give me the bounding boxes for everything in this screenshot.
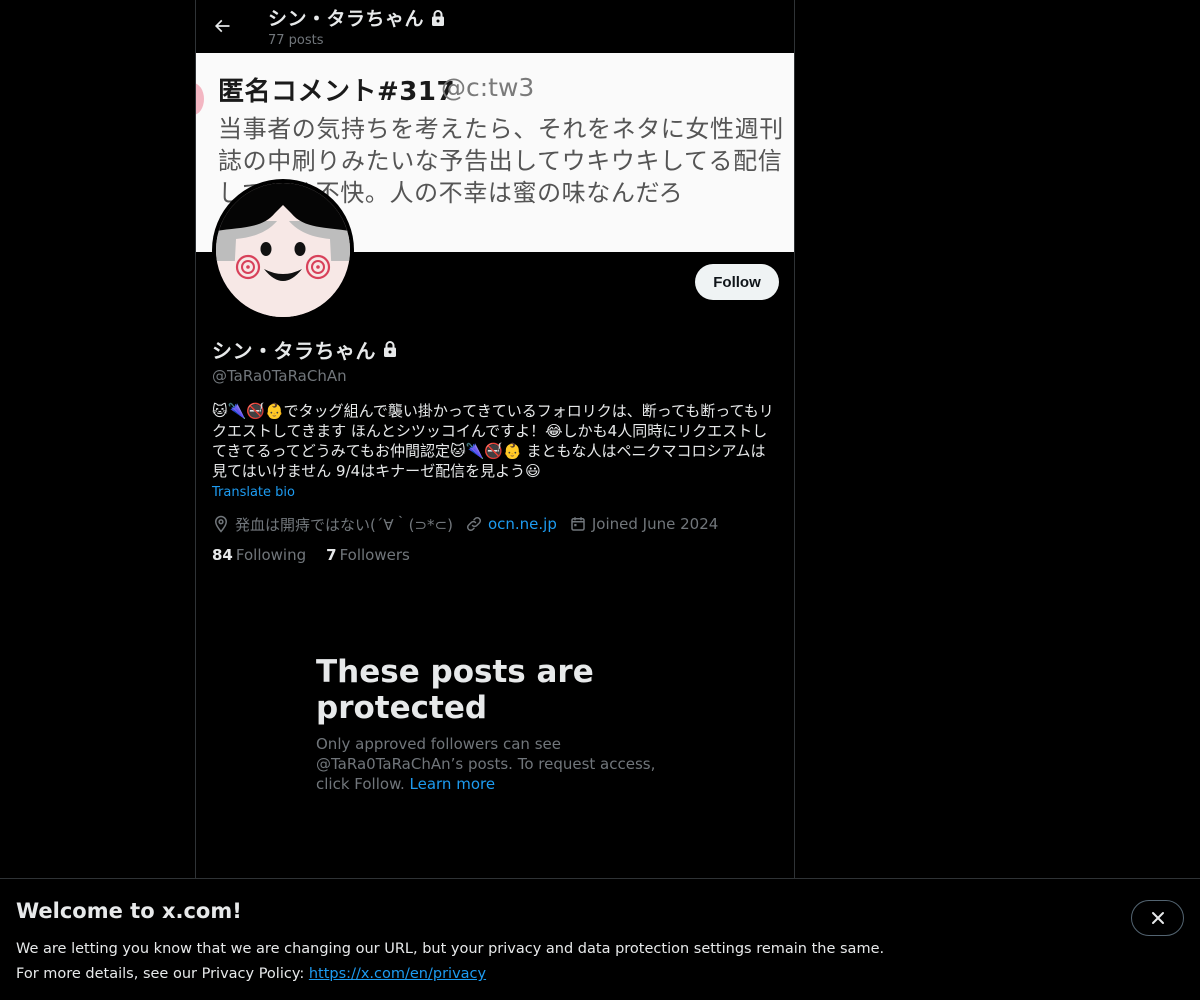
followers-count: 7	[326, 546, 337, 564]
location-text: 発血は開痔ではない(´∀｀(⊃*⊂)	[235, 515, 453, 534]
joined-item: Joined June 2024	[569, 515, 718, 533]
banner-heading: 匿名コメント#317	[218, 77, 456, 107]
joined-text: Joined June 2024	[591, 515, 719, 533]
protected-title: These posts are protected	[316, 654, 594, 726]
profile-name: シン・タラちゃん	[212, 338, 376, 363]
welcome-title: Welcome to x.com!	[16, 899, 242, 923]
lock-icon	[384, 341, 396, 357]
location-item: 発血は開痔ではない(´∀｀(⊃*⊂)	[212, 514, 453, 535]
profile-bio: 🐱🌂🚭👶でタッグ組んで襲い掛かってきているフォロリクは、断っても断ってもリクエス…	[212, 402, 774, 480]
profile-handle: @TaRa0TaRaChAn	[212, 367, 347, 385]
protected-description: Only approved followers can see @TaRa0Ta…	[316, 734, 676, 794]
profile-stats: 84 Following 7 Followers	[212, 546, 780, 564]
back-button[interactable]	[204, 8, 240, 44]
avatar-face-icon	[216, 183, 350, 317]
followers-stat[interactable]: 7 Followers	[326, 546, 410, 564]
welcome-banner: Welcome to x.com! We are letting you kno…	[0, 878, 1200, 1000]
following-label: Following	[235, 546, 307, 564]
close-icon	[1151, 912, 1164, 924]
welcome-line-2-prefix: For more details, see our Privacy Policy…	[16, 966, 305, 982]
location-icon	[214, 515, 228, 533]
close-button[interactable]	[1131, 900, 1184, 936]
avatar[interactable]	[212, 179, 354, 321]
profile-meta: 発血は開痔ではない(´∀｀(⊃*⊂) ocn.ne.jp Joined June…	[212, 514, 780, 534]
following-count: 84	[212, 546, 233, 564]
privacy-policy-link[interactable]: https://x.com/en/privacy	[309, 966, 486, 982]
followers-label: Followers	[339, 546, 410, 564]
link-icon	[466, 516, 481, 532]
learn-more-link[interactable]: Learn more	[410, 775, 496, 793]
posts-count: 77 posts	[268, 33, 324, 48]
banner-decoration	[196, 83, 204, 115]
welcome-line-1: We are letting you know that we are chan…	[16, 941, 885, 957]
following-stat[interactable]: 84 Following	[212, 546, 306, 564]
website-link[interactable]: ocn.ne.jp	[488, 515, 557, 533]
translate-bio-link[interactable]: Translate bio	[212, 485, 295, 500]
follow-button[interactable]: Follow	[695, 264, 779, 300]
profile-column: シン・タラちゃん 77 posts 匿名コメント#317 @c:tw3 当事者の…	[195, 0, 795, 878]
header-name: シン・タラちゃん	[268, 8, 425, 30]
website-item: ocn.ne.jp	[465, 515, 557, 533]
calendar-icon	[571, 517, 585, 531]
lock-icon	[432, 9, 445, 26]
profile-name-row: シン・タラちゃん	[212, 335, 780, 363]
header-title: シン・タラちゃん	[268, 4, 446, 31]
top-bar: シン・タラちゃん 77 posts	[196, 0, 794, 53]
welcome-line-2: For more details, see our Privacy Policy…	[16, 962, 884, 987]
protected-notice: These posts are protected Only approved …	[316, 654, 676, 794]
welcome-text: We are letting you know that we are chan…	[16, 937, 884, 987]
back-arrow-icon	[214, 19, 230, 33]
banner-handle: @c:tw3	[441, 73, 535, 102]
profile-info: シン・タラちゃん @TaRa0TaRaChAn 🐱🌂🚭👶でタッグ組んで襲い掛かっ…	[212, 335, 780, 565]
